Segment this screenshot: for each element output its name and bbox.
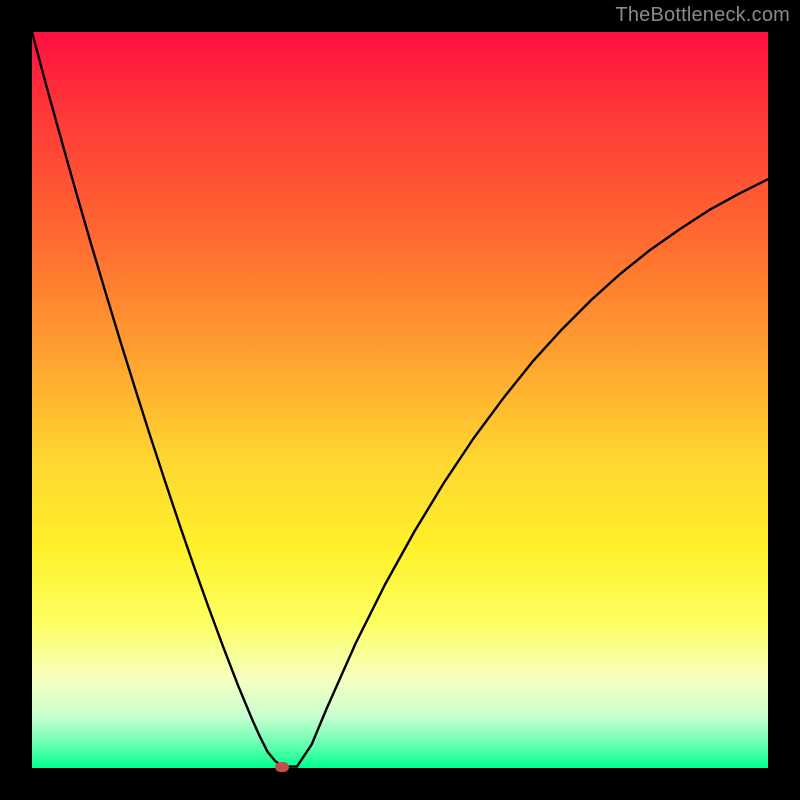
optimum-marker xyxy=(275,762,289,772)
chart-frame: TheBottleneck.com xyxy=(0,0,800,800)
plot-area xyxy=(32,32,768,768)
series-line xyxy=(32,32,768,767)
curve-svg xyxy=(32,32,768,768)
watermark-text: TheBottleneck.com xyxy=(615,4,790,27)
